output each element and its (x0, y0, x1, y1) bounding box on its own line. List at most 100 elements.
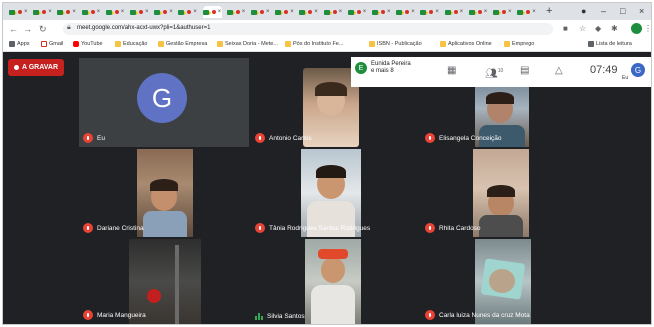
participant-tile[interactable]: Rhita Cardoso (421, 149, 579, 237)
close-icon[interactable]: × (411, 9, 415, 15)
recording-button[interactable]: A GRAVAR (8, 59, 65, 76)
participants-icon[interactable]: 👥︎10 (485, 65, 503, 80)
close-icon[interactable]: × (435, 9, 439, 15)
close-icon[interactable]: × (460, 9, 464, 15)
close-icon[interactable]: × (97, 9, 101, 15)
name-bar: Silvia Santos (255, 312, 305, 320)
browser-tab[interactable]: × (81, 6, 101, 18)
close-icon[interactable]: × (24, 9, 28, 15)
close-icon[interactable]: × (363, 9, 367, 15)
bookmark-item[interactable]: YouTube (73, 40, 103, 48)
reload-icon[interactable]: ↻ (39, 23, 47, 35)
browser-tab[interactable]: × (57, 6, 76, 18)
name-bar: Elisangela Conceição (425, 133, 502, 143)
close-icon[interactable]: × (145, 9, 149, 15)
close-icon[interactable]: × (48, 9, 52, 15)
browser-tab[interactable]: × (517, 6, 536, 18)
close-window-icon[interactable]: × (639, 5, 644, 17)
recording-dot-icon (90, 10, 95, 14)
presenter-chip[interactable]: E Eunida Pereira e mais 8 (355, 61, 411, 75)
camera-icon[interactable]: ■ (563, 24, 568, 34)
name-bar: Rhita Cardoso (425, 223, 481, 233)
close-icon[interactable]: × (339, 9, 343, 15)
minimize-icon[interactable]: – (601, 5, 606, 17)
gmail-icon (41, 41, 47, 47)
browser-tab[interactable]: × (33, 6, 52, 18)
browser-tab[interactable]: × (347, 6, 367, 18)
activities-icon[interactable]: ▦ (447, 65, 456, 77)
browser-tab[interactable]: × (105, 6, 125, 18)
browser-tab[interactable]: × (154, 6, 173, 18)
meet-icon (372, 9, 380, 15)
bookmark-item[interactable]: ISBN - Publicação (369, 40, 422, 48)
bookmark-item[interactable]: Gmail (41, 40, 63, 48)
avatar[interactable]: G (631, 63, 645, 77)
apps-icon (9, 41, 15, 47)
bookmark-item[interactable]: Pós do Instituto Fe... (285, 40, 343, 48)
browser-tab[interactable]: × (178, 6, 197, 18)
bookmark-label: YouTube (81, 41, 103, 47)
participant-tile[interactable]: Silvia Santos (251, 239, 419, 324)
bookmark-item[interactable]: Apps (9, 40, 30, 48)
chat-icon[interactable]: ▤ (520, 65, 529, 77)
close-icon[interactable]: × (242, 9, 246, 15)
close-icon[interactable]: × (169, 9, 173, 15)
extension-icon[interactable]: ● (581, 5, 586, 17)
extensions-icon[interactable]: ✱ (611, 24, 618, 34)
close-icon[interactable]: × (290, 9, 294, 15)
close-icon[interactable]: × (314, 9, 318, 15)
browser-tab[interactable]: × (372, 6, 391, 18)
close-icon[interactable]: × (532, 9, 536, 15)
extension-puzzle-icon[interactable]: ◆ (595, 24, 601, 34)
forward-icon[interactable]: → (23, 23, 32, 35)
participant-tile[interactable]: Carla luiza Nunes da cruz Mota (421, 239, 579, 324)
menu-icon[interactable]: ⋮ (644, 24, 651, 34)
reading-list[interactable]: Lista de leitura (588, 40, 632, 48)
new-tab-button[interactable]: + (546, 5, 552, 17)
browser-tab[interactable]: × (468, 6, 488, 18)
close-icon[interactable]: × (387, 9, 391, 15)
close-icon[interactable]: × (508, 9, 512, 15)
participant-tile[interactable]: Elisangela Conceição (421, 83, 579, 147)
browser-tab[interactable]: × (299, 6, 318, 18)
participant-tile[interactable]: Dariane Cristina (79, 149, 249, 237)
browser-tab[interactable]: × (202, 6, 222, 18)
address-bar[interactable]: 🔒︎ meet.google.com/ahx-acxt-uwx?pli=1&au… (63, 23, 553, 35)
close-icon[interactable]: × (121, 9, 125, 15)
browser-tab[interactable]: × (444, 6, 464, 18)
browser-tab[interactable]: × (396, 6, 415, 18)
participant-tile[interactable]: G Eu (79, 58, 249, 147)
close-icon[interactable]: × (193, 9, 197, 15)
close-icon[interactable]: × (72, 9, 76, 15)
close-icon[interactable]: × (484, 9, 488, 15)
browser-tab[interactable]: × (130, 6, 149, 18)
activities-shapes-icon[interactable]: △ (555, 65, 563, 77)
browser-tab[interactable]: × (275, 6, 294, 18)
star-icon[interactable]: ☆ (579, 24, 586, 34)
back-icon[interactable]: ← (9, 23, 18, 35)
browser-tab[interactable]: × (323, 6, 343, 18)
browser-tab[interactable]: × (9, 6, 28, 18)
profile-avatar[interactable] (631, 23, 642, 34)
browser-tab[interactable]: × (493, 6, 512, 18)
browser-tab[interactable]: × (251, 6, 270, 18)
close-icon[interactable]: × (218, 9, 222, 15)
bookmark-item[interactable]: Aplicativos Online (440, 40, 492, 48)
browser-tab[interactable]: × (420, 6, 439, 18)
close-icon[interactable]: × (266, 9, 270, 15)
folder-icon (440, 41, 446, 47)
presenter-more: e mais 8 (371, 68, 394, 74)
participant-tile[interactable]: Tânia Rodrigues Santos Rodrigues (251, 149, 419, 237)
meet-icon (202, 9, 211, 15)
presenter-name: Eunida Pereira (371, 61, 411, 67)
bookmark-item[interactable]: Gestão Empresa (158, 40, 207, 48)
meet-icon (347, 9, 356, 15)
bookmark-item[interactable]: Educação (115, 40, 147, 48)
browser-tab[interactable]: × (226, 6, 246, 18)
meeting-clock: 07:49 (590, 64, 618, 76)
avatar: E (355, 62, 367, 74)
maximize-icon[interactable]: □ (620, 5, 625, 17)
participant-tile[interactable]: Maria Mangueira (79, 239, 249, 324)
bookmark-item[interactable]: Seixas Doria - Mete... (217, 40, 278, 48)
bookmark-item[interactable]: Emprego (504, 40, 534, 48)
